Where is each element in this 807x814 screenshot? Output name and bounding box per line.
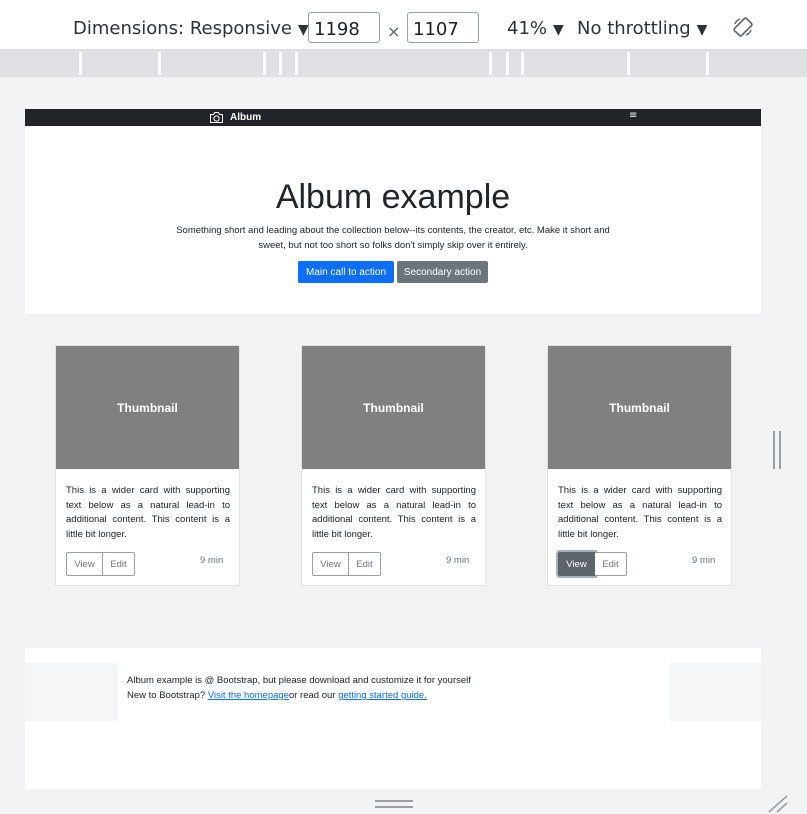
main-call-to-action-button[interactable]: Main call to action — [298, 261, 394, 283]
footer-links-line: New to Bootstrap? Visit the homepageor r… — [127, 690, 427, 701]
hero-section: Album example Something short and leadin… — [25, 126, 761, 314]
height-input[interactable] — [407, 12, 479, 43]
bottom-resize-handle[interactable] — [375, 800, 413, 809]
media-query-bar[interactable] — [0, 50, 807, 77]
secondary-action-button[interactable]: Secondary action — [397, 261, 488, 283]
edit-button[interactable]: Edit — [103, 552, 135, 576]
view-button[interactable]: View — [312, 552, 349, 576]
page-viewport: Album ≡ Album example Something short an… — [25, 109, 761, 789]
footer-prefix: New to Bootstrap? — [127, 690, 208, 701]
throttling-dropdown[interactable]: No throttling ▼ — [577, 18, 707, 39]
getting-started-link[interactable]: getting started guide. — [338, 690, 427, 701]
throttling-label: No throttling — [577, 18, 691, 39]
ruler-divider — [158, 52, 161, 75]
card-thumbnail: Thumbnail — [548, 346, 731, 469]
album-section: Thumbnail This is a wider card with supp… — [25, 314, 761, 648]
dropdown-caret-icon: ▼ — [553, 22, 564, 38]
ruler-divider — [506, 52, 509, 75]
footer: Album example is @ Bootstrap, but please… — [25, 663, 761, 721]
footer-text: Album example is @ Bootstrap, but please… — [127, 675, 471, 686]
view-button[interactable]: View — [66, 552, 103, 576]
ruler-divider — [279, 52, 282, 75]
right-resize-handle[interactable] — [773, 431, 781, 469]
ruler-divider — [79, 52, 82, 75]
album-card: Thumbnail This is a wider card with supp… — [547, 345, 732, 586]
dimensions-label: Dimensions: Responsive — [73, 18, 292, 39]
view-button[interactable]: View — [558, 552, 595, 576]
card-thumbnail: Thumbnail — [302, 346, 485, 469]
footer-middle: or read our — [288, 690, 339, 701]
card-text: This is a wider card with supporting tex… — [558, 485, 722, 540]
ruler-divider — [706, 52, 709, 75]
card-duration: 9 min — [692, 555, 716, 566]
corner-resize-icon[interactable] — [767, 795, 789, 813]
rotate-icon[interactable] — [733, 17, 753, 37]
brand-label: Album — [230, 112, 262, 123]
card-button-group: View Edit — [558, 552, 627, 576]
album-card: Thumbnail This is a wider card with supp… — [55, 345, 240, 586]
times-sign: × — [387, 22, 401, 41]
footer-container: Album example is @ Bootstrap, but please… — [118, 663, 669, 721]
ruler-divider — [521, 52, 524, 75]
camera-icon — [210, 112, 223, 123]
card-button-group: View Edit — [312, 552, 381, 576]
ruler-divider — [627, 52, 630, 75]
dropdown-caret-icon: ▼ — [696, 22, 708, 38]
ruler-divider — [263, 52, 266, 75]
card-thumbnail: Thumbnail — [56, 346, 239, 469]
navbar: Album ≡ — [25, 109, 761, 126]
page-title: Album example — [275, 178, 511, 216]
navbar-brand[interactable]: Album — [209, 111, 261, 124]
hero-lead: Something short and leading about the co… — [176, 225, 610, 251]
menu-icon[interactable]: ≡ — [629, 111, 637, 121]
zoom-dropdown[interactable]: 41% ▼ — [507, 18, 564, 39]
edit-button[interactable]: Edit — [595, 552, 627, 576]
card-duration: 9 min — [446, 555, 470, 566]
card-button-group: View Edit — [66, 552, 135, 576]
ruler-divider — [295, 52, 298, 75]
width-input[interactable] — [308, 12, 380, 43]
ruler-divider — [489, 52, 492, 75]
homepage-link[interactable]: Visit the homepage — [208, 690, 289, 701]
zoom-label: 41% — [507, 18, 548, 39]
dimensions-dropdown[interactable]: Dimensions: Responsive ▼ — [73, 18, 309, 39]
card-text: This is a wider card with supporting tex… — [66, 485, 230, 540]
card-text: This is a wider card with supporting tex… — [312, 485, 476, 540]
device-toolbar: Dimensions: Responsive▼ × 41%▼ No thrott… — [0, 0, 807, 50]
album-card: Thumbnail This is a wider card with supp… — [301, 345, 486, 586]
card-duration: 9 min — [200, 555, 224, 566]
edit-button[interactable]: Edit — [349, 552, 381, 576]
